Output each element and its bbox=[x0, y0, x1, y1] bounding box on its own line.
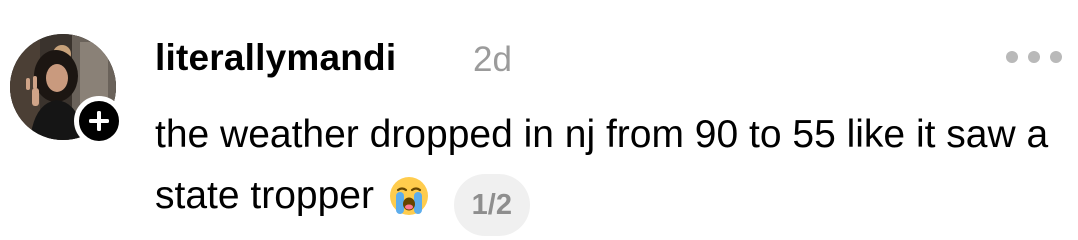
more-dots-icon bbox=[1050, 51, 1062, 63]
post-body: the weather dropped in nj from 90 to 55 … bbox=[155, 104, 1070, 236]
follow-plus-button[interactable] bbox=[74, 96, 124, 146]
more-dots-icon bbox=[1028, 51, 1040, 63]
avatar-container[interactable] bbox=[8, 34, 126, 152]
username[interactable]: literallymandi bbox=[155, 34, 396, 82]
loudly-crying-face-icon bbox=[389, 173, 429, 234]
more-options-button[interactable] bbox=[1002, 40, 1066, 74]
plus-icon bbox=[89, 111, 109, 131]
more-dots-icon bbox=[1006, 51, 1018, 63]
post-text: the weather dropped in nj from 90 to 55 … bbox=[155, 113, 1049, 217]
post-card: literallymandi 2d the weather dropped in… bbox=[0, 0, 1078, 240]
timestamp: 2d bbox=[473, 40, 512, 79]
page-indicator[interactable]: 1/2 bbox=[453, 174, 530, 236]
